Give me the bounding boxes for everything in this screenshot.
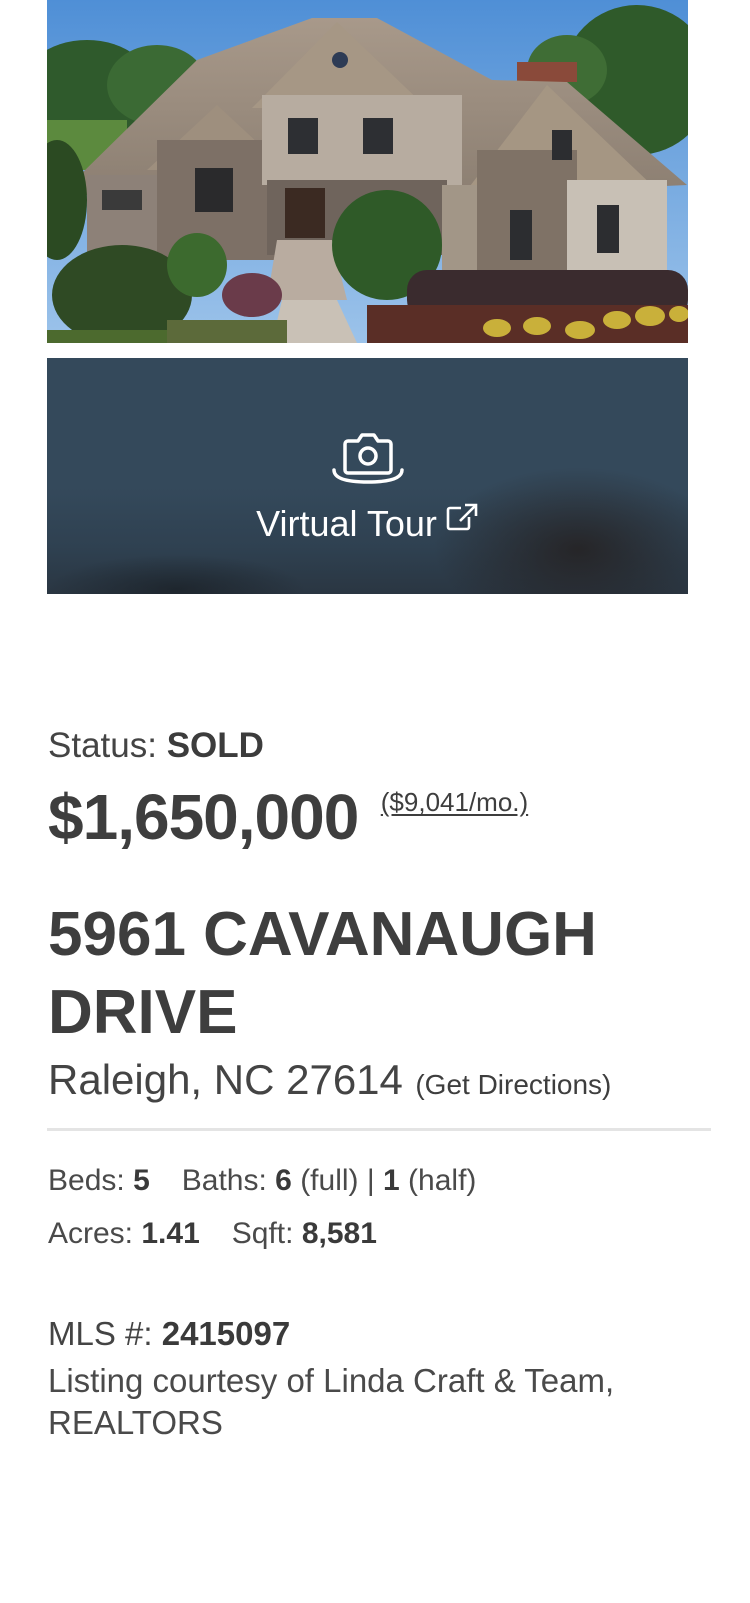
price-row: $1,650,000 ($9,041/mo.) [48, 780, 528, 854]
listing-page: Virtual Tour Status: SOLD $1,650,000 ($9… [0, 0, 750, 1603]
acres-value: 1.41 [141, 1217, 200, 1250]
monthly-payment-link[interactable]: ($9,041/mo.) [381, 787, 528, 818]
external-link-icon [446, 503, 478, 531]
divider [47, 1128, 711, 1131]
tour-background-shade [47, 554, 307, 594]
street-address: 5961 CAVANAUGH DRIVE [48, 900, 597, 1047]
baths-half-value: 1 [383, 1164, 400, 1197]
sqft-label: Sqft: [231, 1217, 294, 1250]
baths-separator: | [366, 1164, 375, 1197]
beds-value: 5 [133, 1164, 150, 1197]
facts-row-beds-baths: Beds: 5 Baths: 6 (full) | 1 (half) [48, 1163, 476, 1199]
virtual-tour-link[interactable]: Virtual Tour [47, 502, 688, 546]
baths-full-value: 6 [275, 1164, 292, 1197]
house-photo[interactable] [47, 0, 688, 343]
city-state-zip: Raleigh, NC 27614 [48, 1056, 403, 1103]
baths-full-suffix: (full) [300, 1164, 359, 1197]
mls-number: MLS #: 2415097 [48, 1314, 290, 1354]
status-badge: SOLD [166, 726, 264, 765]
baths-label: Baths: [181, 1164, 267, 1197]
get-directions-link[interactable]: (Get Directions) [415, 1069, 611, 1100]
sqft-value: 8,581 [301, 1217, 377, 1250]
listing-price: $1,650,000 [48, 781, 359, 853]
camera-icon [332, 433, 404, 484]
baths-half-suffix: (half) [408, 1164, 477, 1197]
beds-label: Beds: [48, 1164, 125, 1197]
acres-label: Acres: [48, 1217, 134, 1250]
mls-value: 2415097 [161, 1315, 291, 1352]
house-photo-image [47, 0, 688, 343]
virtual-tour-panel[interactable]: Virtual Tour [47, 358, 688, 594]
mls-label: MLS #: [48, 1315, 153, 1352]
status-label: Status: [48, 726, 157, 765]
virtual-tour-label: Virtual Tour [256, 503, 437, 544]
listing-courtesy: Listing courtesy of Linda Craft & Team, … [48, 1362, 615, 1441]
facts-row-acres-sqft: Acres: 1.41 Sqft: 8,581 [48, 1216, 377, 1252]
city-row: Raleigh, NC 27614 (Get Directions) [48, 1054, 611, 1106]
listing-status: Status: SOLD [48, 726, 264, 766]
